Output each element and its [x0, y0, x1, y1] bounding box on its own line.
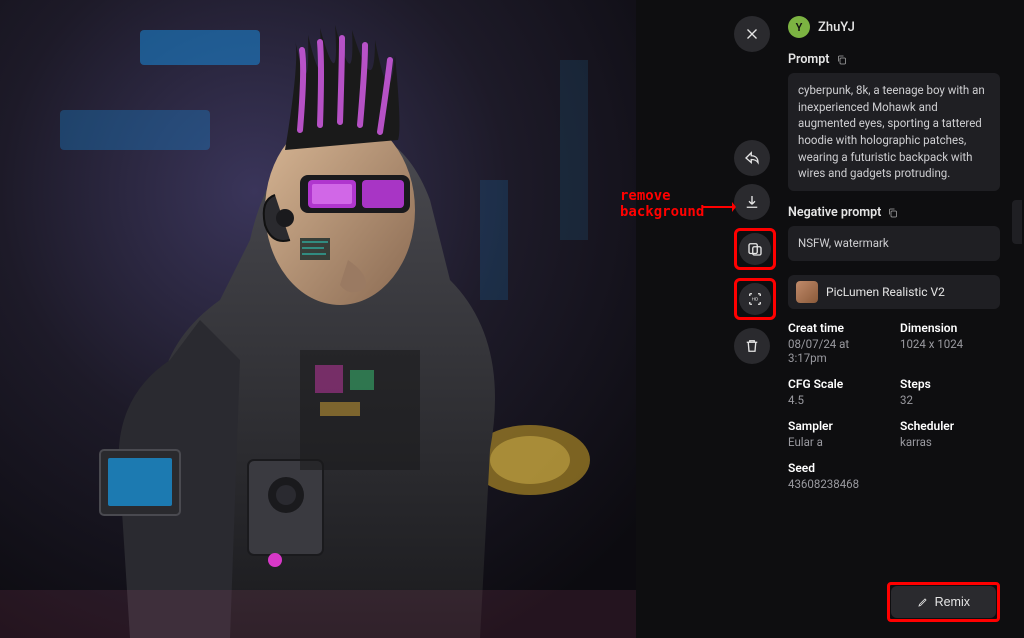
meta-dimension: Dimension 1024 x 1024 — [900, 321, 1000, 365]
author-row[interactable]: Y ZhuYJ — [788, 16, 1000, 38]
model-selector[interactable]: PicLumen Realistic V2 — [788, 275, 1000, 309]
copy-icon[interactable] — [887, 207, 899, 219]
negative-prompt-text: NSFW, watermark — [788, 226, 1000, 261]
meta-seed: Seed 43608238468 — [788, 461, 1000, 491]
meta-sampler: Sampler Eular a — [788, 419, 888, 449]
model-thumbnail — [796, 281, 818, 303]
prompt-text: cyberpunk, 8k, a teenage boy with an ine… — [788, 73, 1000, 191]
annotation-arrow — [700, 200, 736, 214]
copy-icon[interactable] — [836, 54, 848, 66]
generated-image-preview — [0, 0, 636, 638]
trash-icon — [743, 337, 761, 355]
close-button[interactable] — [734, 16, 770, 52]
annotation-highlight-remove-bg — [734, 228, 776, 270]
right-edge-strip — [1012, 200, 1022, 244]
share-button[interactable] — [734, 140, 770, 176]
action-buttons-column: HD — [734, 16, 776, 364]
download-button[interactable] — [734, 184, 770, 220]
model-name: PicLumen Realistic V2 — [826, 285, 945, 299]
annotation-highlight-remix: Remix — [887, 582, 1000, 622]
upscale-button[interactable]: HD — [739, 283, 771, 315]
avatar: Y — [788, 16, 810, 38]
author-name: ZhuYJ — [818, 20, 855, 35]
prompt-section-label: Prompt — [788, 52, 1000, 67]
pencil-icon — [917, 596, 929, 608]
meta-scheduler: Scheduler karras — [900, 419, 1000, 449]
metadata-grid: Creat time 08/07/24 at 3:17pm Dimension … — [788, 321, 1000, 491]
meta-cfg-scale: CFG Scale 4.5 — [788, 377, 888, 407]
remove-background-button[interactable] — [739, 233, 771, 265]
delete-button[interactable] — [734, 328, 770, 364]
annotation-highlight-upscale: HD — [734, 278, 776, 320]
meta-steps: Steps 32 — [900, 377, 1000, 407]
remove-background-icon — [746, 240, 764, 258]
download-icon — [743, 193, 761, 211]
svg-text:HD: HD — [752, 297, 759, 302]
upscale-hd-icon: HD — [746, 290, 764, 308]
negative-prompt-section-label: Negative prompt — [788, 205, 1000, 220]
share-icon — [743, 149, 761, 167]
annotation-text: remove background — [620, 188, 704, 220]
details-panel: Y ZhuYJ Prompt cyberpunk, 8k, a teenage … — [788, 0, 1008, 638]
meta-create-time: Creat time 08/07/24 at 3:17pm — [788, 321, 888, 365]
remix-button[interactable]: Remix — [891, 586, 996, 618]
close-icon — [743, 25, 761, 43]
remix-button-label: Remix — [935, 595, 970, 609]
